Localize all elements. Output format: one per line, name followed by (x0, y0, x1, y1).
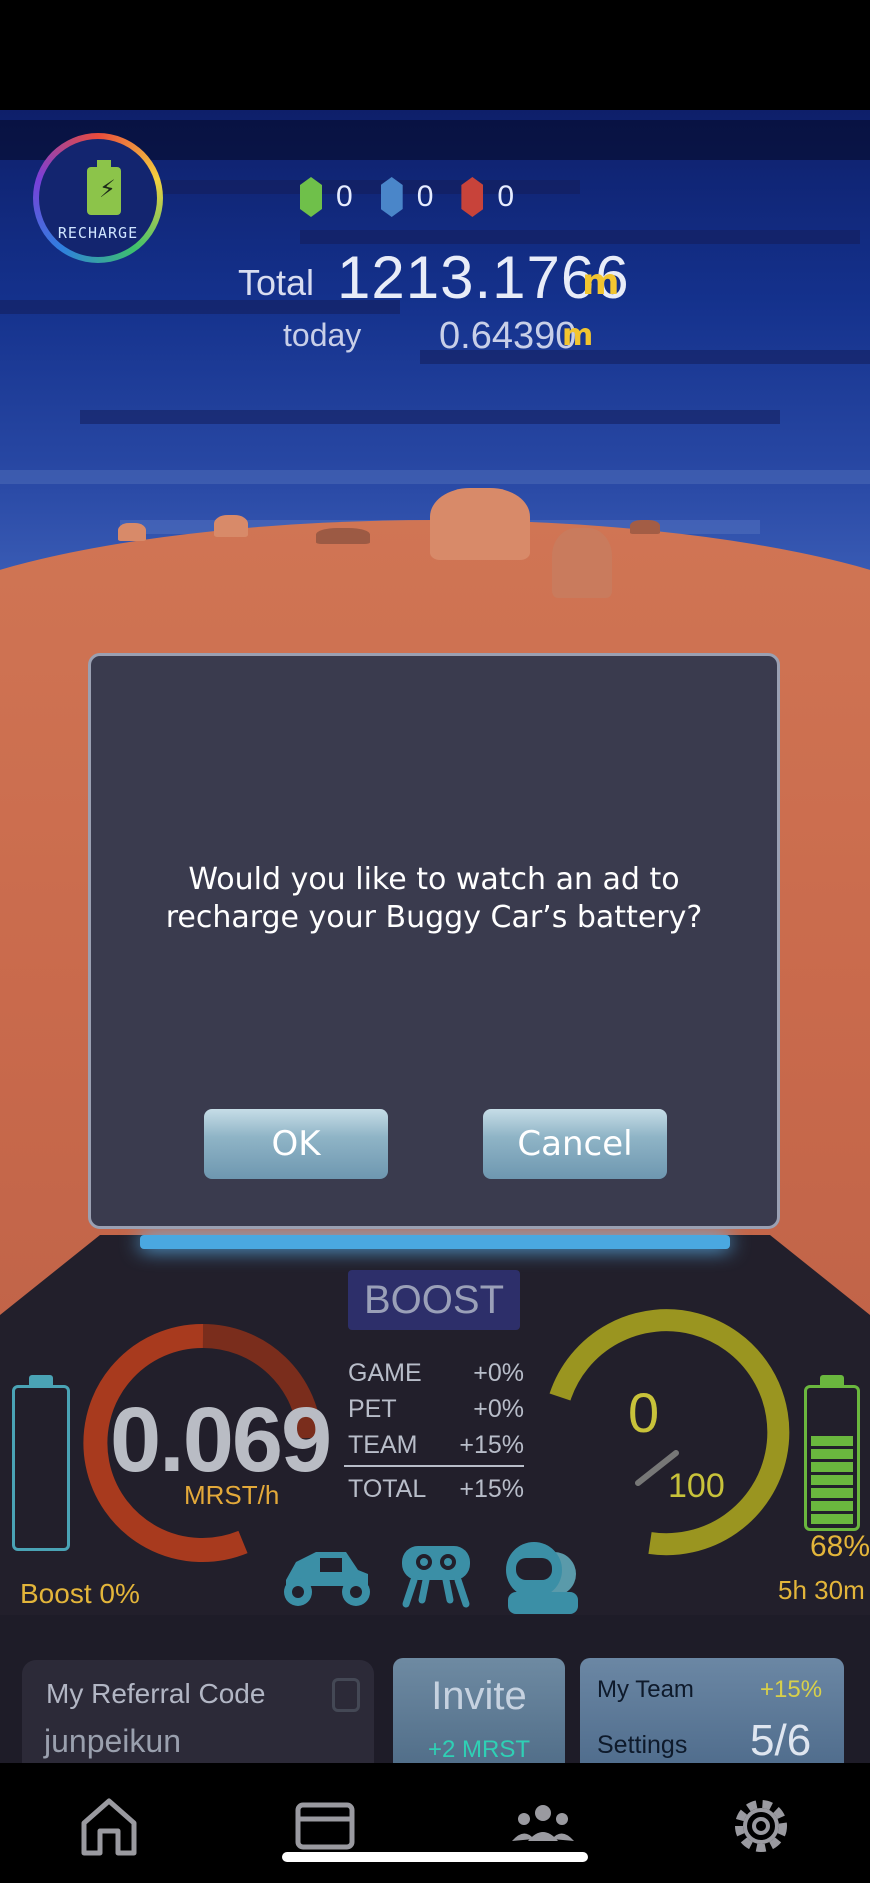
dialog-message: Would you like to watch an ad to recharg… (165, 862, 703, 935)
recharge-ad-dialog: Would you like to watch an ad to recharg… (88, 653, 780, 1229)
cancel-button[interactable]: Cancel (483, 1109, 667, 1179)
ok-button[interactable]: OK (204, 1109, 388, 1179)
game-screen: ⚡ RECHARGE 0 0 0 Total 1213.1766 m today… (0, 0, 870, 1883)
